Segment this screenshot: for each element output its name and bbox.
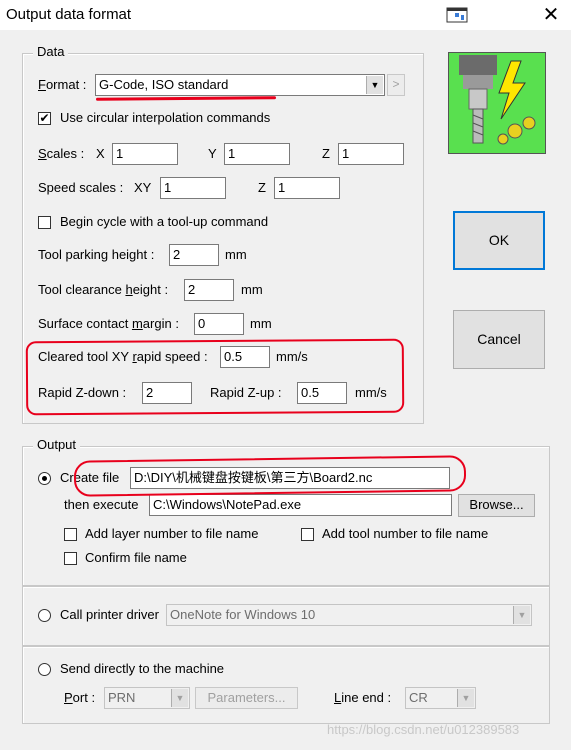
- begin-cycle-checkbox[interactable]: [38, 216, 51, 229]
- format-label: Format :: [38, 77, 87, 92]
- send-machine-radio[interactable]: [38, 663, 51, 676]
- clearance-height-label: Tool clearance height :: [38, 282, 169, 297]
- parking-height-label: Tool parking height :: [38, 247, 155, 262]
- speed-z-label: Z: [258, 180, 266, 195]
- port-label: Port :: [64, 690, 96, 705]
- clearance-height-unit: mm: [241, 282, 263, 297]
- speed-xy-label: XY: [134, 180, 152, 195]
- circular-interpolation-label: Use circular interpolation commands: [60, 110, 271, 125]
- speed-scales-label: Speed scales :: [38, 180, 124, 195]
- chevron-down-icon[interactable]: ▼: [513, 606, 530, 624]
- speed-xy-input[interactable]: 1: [160, 177, 226, 199]
- file-path-highlight: [73, 455, 467, 497]
- clearance-height-input[interactable]: 2: [184, 279, 234, 301]
- add-layer-checkbox[interactable]: [64, 528, 77, 541]
- cancel-button[interactable]: Cancel: [453, 310, 545, 369]
- browse-button[interactable]: Browse...: [458, 494, 535, 517]
- output-group-legend: Output: [33, 437, 81, 452]
- create-file-radio[interactable]: [38, 472, 51, 485]
- parameters-button[interactable]: Parameters...: [195, 687, 298, 709]
- window-title: Output data format: [6, 6, 132, 23]
- confirm-file-name-checkbox[interactable]: [64, 552, 77, 565]
- printer-select-value: OneNote for Windows 10: [170, 607, 316, 622]
- line-end-select-value: CR: [409, 690, 428, 705]
- add-layer-label: Add layer number to file name: [85, 526, 259, 541]
- parking-height-input[interactable]: 2: [169, 244, 219, 266]
- surface-margin-input[interactable]: 0: [194, 313, 244, 335]
- machine-group: [22, 646, 550, 724]
- printer-select[interactable]: OneNote for Windows 10 ▼: [166, 604, 532, 626]
- close-icon: ✕: [542, 4, 560, 26]
- scale-z-label: Z: [322, 146, 330, 161]
- title-bar: Output data format ✕: [0, 0, 571, 30]
- scale-z-input[interactable]: 1: [338, 143, 404, 165]
- scale-x-label: X: [96, 146, 105, 161]
- then-execute-label: then execute: [64, 497, 139, 512]
- surface-margin-unit: mm: [250, 316, 272, 331]
- call-printer-label: Call printer driver: [60, 607, 159, 622]
- speed-z-input[interactable]: 1: [274, 177, 340, 199]
- port-select-value: PRN: [108, 690, 136, 705]
- send-machine-label: Send directly to the machine: [60, 661, 225, 676]
- chevron-down-icon[interactable]: ▼: [457, 689, 474, 707]
- surface-margin-label: Surface contact margin :: [38, 316, 179, 331]
- parking-height-unit: mm: [225, 247, 247, 262]
- chevron-down-icon[interactable]: ▼: [366, 76, 383, 94]
- ok-button[interactable]: OK: [453, 211, 545, 270]
- execute-path-input[interactable]: C:\Windows\NotePad.exe: [149, 494, 452, 516]
- data-group-legend: Data: [33, 44, 69, 59]
- scale-x-input[interactable]: 1: [112, 143, 178, 165]
- watermark: https://blog.csdn.net/u012389583: [327, 722, 520, 737]
- port-select[interactable]: PRN ▼: [104, 687, 190, 709]
- line-end-select[interactable]: CR ▼: [405, 687, 476, 709]
- add-tool-checkbox[interactable]: [301, 528, 314, 541]
- format-options-button[interactable]: >: [387, 74, 405, 96]
- circular-interpolation-checkbox[interactable]: ✔: [38, 112, 51, 125]
- context-help-icon[interactable]: [446, 7, 468, 23]
- format-select[interactable]: G-Code, ISO standard ▼: [95, 74, 385, 96]
- rapid-settings-highlight: [25, 338, 405, 416]
- milling-machine-icon: [448, 52, 546, 154]
- scale-y-input[interactable]: 1: [224, 143, 290, 165]
- scale-y-label: Y: [208, 146, 217, 161]
- chevron-down-icon[interactable]: ▼: [171, 689, 188, 707]
- close-button[interactable]: ✕: [536, 2, 566, 28]
- line-end-label: Line end :: [334, 690, 392, 705]
- format-select-value: G-Code, ISO standard: [99, 77, 229, 92]
- call-printer-radio[interactable]: [38, 609, 51, 622]
- begin-cycle-label: Begin cycle with a tool-up command: [60, 214, 269, 229]
- confirm-file-name-label: Confirm file name: [85, 550, 187, 565]
- scales-label: Scales :: [38, 146, 85, 161]
- add-tool-label: Add tool number to file name: [322, 526, 489, 541]
